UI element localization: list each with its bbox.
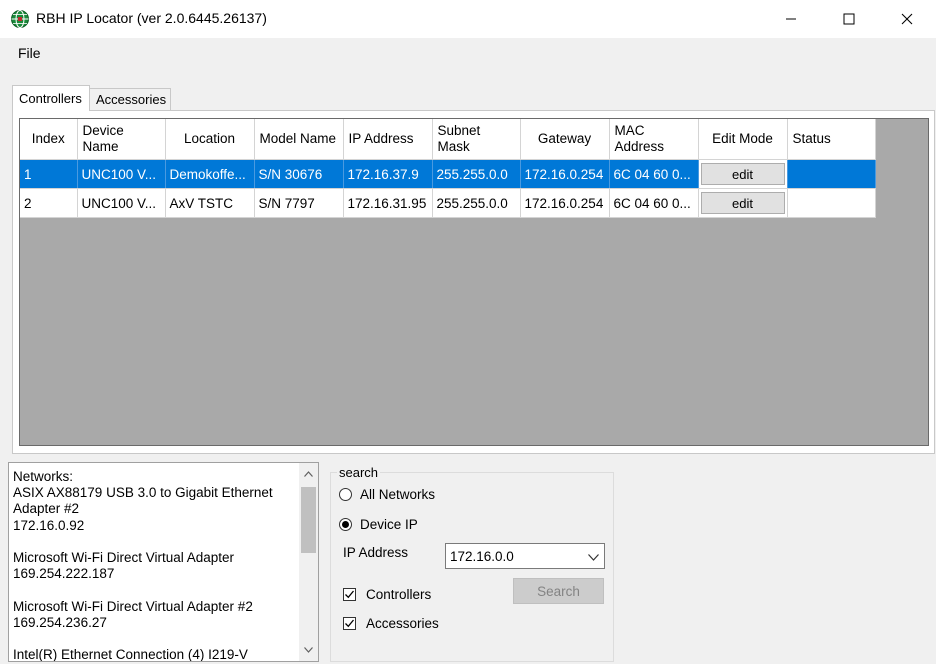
radio-all-networks-label: All Networks xyxy=(360,487,436,502)
table-row[interactable]: 1 UNC100 V... Demokoffe... S/N 30676 172… xyxy=(20,159,876,189)
radio-all-networks-indicator[interactable] xyxy=(339,488,352,501)
scroll-up-icon[interactable] xyxy=(299,467,318,481)
minimize-icon xyxy=(786,18,796,20)
search-legend: search xyxy=(337,465,381,480)
close-icon xyxy=(901,13,913,25)
checkbox-controllers-label: Controllers xyxy=(366,587,432,602)
cell-gateway[interactable]: 172.16.0.254 xyxy=(520,159,610,189)
networks-scrollbar[interactable] xyxy=(299,463,318,661)
networks-text: Networks: ASIX AX88179 USB 3.0 to Gigabi… xyxy=(13,469,273,662)
column-header-ip-address[interactable]: IP Address xyxy=(343,119,433,160)
cell-status[interactable] xyxy=(787,159,876,189)
column-header-mac-address[interactable]: MAC Address xyxy=(609,119,699,160)
cell-location[interactable]: Demokoffe... xyxy=(165,159,255,189)
globe-icon xyxy=(10,9,30,29)
scroll-down-icon[interactable] xyxy=(299,643,318,657)
cell-status[interactable] xyxy=(787,188,876,218)
cell-mac-address[interactable]: 6C 04 60 0... xyxy=(609,159,699,189)
cell-gateway[interactable]: 172.16.0.254 xyxy=(520,188,610,218)
checkbox-controllers-box[interactable] xyxy=(343,588,356,601)
title-bar: RBH IP Locator (ver 2.0.6445.26137) xyxy=(0,0,936,38)
ip-address-label: IP Address xyxy=(343,545,409,560)
checkbox-accessories-box[interactable] xyxy=(343,617,356,630)
cell-edit-mode: edit xyxy=(698,159,788,189)
checkmark-icon xyxy=(345,590,355,599)
column-header-device-name[interactable]: Device Name xyxy=(77,119,166,160)
close-button[interactable] xyxy=(878,0,936,38)
cell-index[interactable]: 1 xyxy=(20,159,78,189)
table-header-row: Index Device Name Location Model Name IP… xyxy=(20,119,876,160)
networks-textbox[interactable]: Networks: ASIX AX88179 USB 3.0 to Gigabi… xyxy=(8,462,319,662)
cell-model-name[interactable]: S/N 30676 xyxy=(254,159,344,189)
radio-device-ip-indicator[interactable] xyxy=(339,518,352,531)
column-header-edit-mode[interactable]: Edit Mode xyxy=(698,119,788,160)
ip-address-combobox[interactable]: 172.16.0.0 xyxy=(445,543,605,569)
tab-controllers-label: Controllers xyxy=(19,91,82,106)
checkbox-accessories[interactable]: Accessories xyxy=(343,616,439,631)
cell-edit-mode: edit xyxy=(698,188,788,218)
column-header-location[interactable]: Location xyxy=(165,119,255,160)
radio-device-ip[interactable]: Device IP xyxy=(339,517,418,532)
controllers-grid[interactable]: Index Device Name Location Model Name IP… xyxy=(19,118,929,446)
column-header-subnet-mask[interactable]: Subnet Mask xyxy=(432,119,521,160)
maximize-button[interactable] xyxy=(820,0,878,38)
radio-device-ip-label: Device IP xyxy=(360,517,418,532)
controllers-table: Index Device Name Location Model Name IP… xyxy=(20,119,876,218)
cell-subnet-mask[interactable]: 255.255.0.0 xyxy=(432,159,521,189)
checkbox-accessories-label: Accessories xyxy=(366,616,439,631)
tab-controllers[interactable]: Controllers xyxy=(12,85,90,111)
cell-device-name[interactable]: UNC100 V... xyxy=(77,159,166,189)
checkbox-controllers[interactable]: Controllers xyxy=(343,587,431,602)
edit-button[interactable]: edit xyxy=(700,192,785,214)
scrollbar-thumb[interactable] xyxy=(301,487,316,553)
cell-subnet-mask[interactable]: 255.255.0.0 xyxy=(432,188,521,218)
chevron-down-icon[interactable] xyxy=(586,550,600,564)
tab-accessories[interactable]: Accessories xyxy=(89,88,171,110)
cell-device-name[interactable]: UNC100 V... xyxy=(77,188,166,218)
menu-bar: File xyxy=(0,38,936,68)
edit-button[interactable]: edit xyxy=(700,163,785,185)
tab-accessories-label: Accessories xyxy=(96,92,167,107)
column-header-model-name[interactable]: Model Name xyxy=(254,119,344,160)
search-button[interactable]: Search xyxy=(513,578,604,604)
window-title: RBH IP Locator (ver 2.0.6445.26137) xyxy=(36,10,267,26)
radio-all-networks[interactable]: All Networks xyxy=(339,487,435,502)
cell-mac-address[interactable]: 6C 04 60 0... xyxy=(609,188,699,218)
table-row[interactable]: 2 UNC100 V... AxV TSTC S/N 7797 172.16.3… xyxy=(20,188,876,218)
cell-model-name[interactable]: S/N 7797 xyxy=(254,188,344,218)
minimize-button[interactable] xyxy=(762,0,820,38)
menu-file[interactable]: File xyxy=(18,45,41,61)
column-header-index[interactable]: Index xyxy=(20,119,78,160)
cell-ip-address[interactable]: 172.16.31.95 xyxy=(343,188,433,218)
checkmark-icon xyxy=(345,619,355,628)
column-header-status[interactable]: Status xyxy=(787,119,876,160)
cell-ip-address[interactable]: 172.16.37.9 xyxy=(343,159,433,189)
cell-index[interactable]: 2 xyxy=(20,188,78,218)
ip-address-value: 172.16.0.0 xyxy=(450,548,514,564)
column-header-gateway[interactable]: Gateway xyxy=(520,119,610,160)
cell-location[interactable]: AxV TSTC xyxy=(165,188,255,218)
maximize-icon xyxy=(843,13,855,25)
